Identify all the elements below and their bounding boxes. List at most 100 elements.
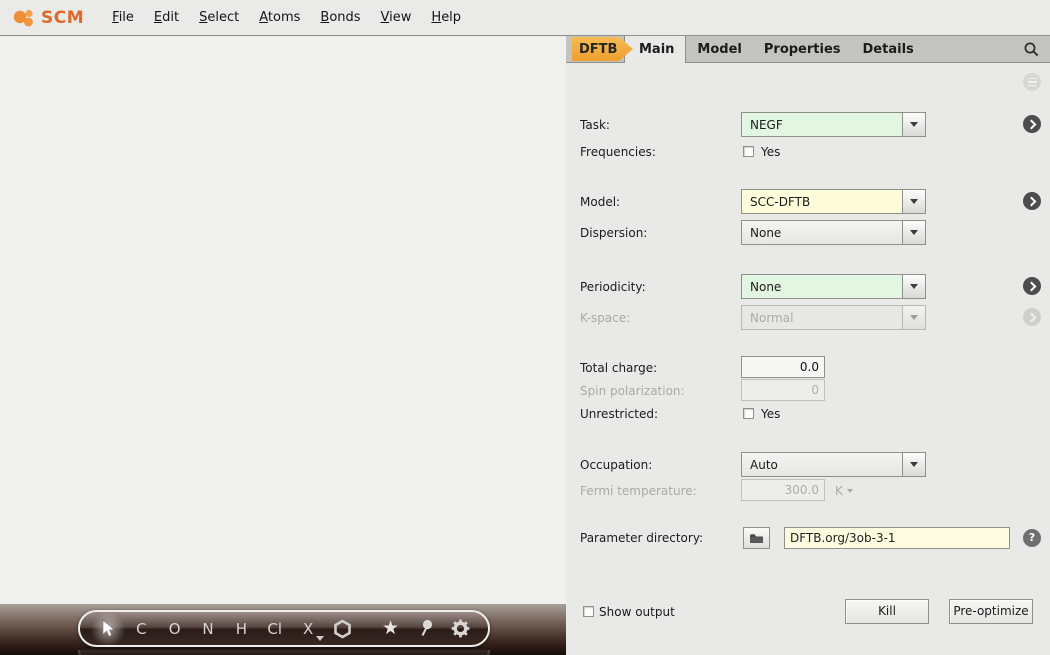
element-button-cl[interactable]: Cl	[265, 614, 285, 644]
kspace-value: Normal	[750, 311, 794, 325]
periodicity-dropdown[interactable]: None	[741, 274, 926, 299]
element-picker-label: X	[302, 619, 314, 638]
model-details-button[interactable]	[1023, 192, 1041, 210]
periodicity-label: Periodicity:	[580, 280, 646, 294]
measure-tool-button[interactable]	[415, 614, 437, 644]
fermi-temperature-unit: K	[835, 484, 853, 498]
tab-details[interactable]: Details	[852, 36, 925, 62]
dropdown-arrow-icon	[910, 199, 918, 204]
frequencies-label: Frequencies:	[580, 145, 656, 159]
toolbar-reflection	[78, 650, 490, 655]
molecule-viewport[interactable]: C O N H Cl X ★	[0, 37, 566, 655]
dropdown-arrow-icon	[910, 462, 918, 467]
help-icon[interactable]: ?	[1023, 529, 1041, 547]
dropdown-arrow-icon	[910, 122, 918, 127]
task-dropdown-arrow[interactable]	[902, 113, 925, 136]
menu-atoms[interactable]: Atoms	[249, 4, 310, 31]
spin-polarization-label: Spin polarization:	[580, 384, 685, 398]
element-picker-dropdown-icon	[316, 635, 325, 641]
menu-bonds[interactable]: Bonds	[310, 4, 370, 31]
show-output-label[interactable]: Show output	[599, 605, 675, 619]
ring-icon	[334, 619, 351, 638]
star-icon: ★	[382, 617, 400, 639]
panel-menu-button[interactable]	[1023, 73, 1041, 91]
element-button-o[interactable]: O	[165, 614, 185, 644]
structures-tool-button[interactable]: ★	[379, 614, 401, 644]
pointer-tool-button[interactable]	[90, 610, 126, 647]
spin-polarization-input	[741, 379, 825, 401]
dropdown-arrow-icon	[910, 315, 918, 320]
ring-tool-button[interactable]	[331, 614, 353, 644]
pin-icon	[421, 619, 432, 636]
element-button-h[interactable]: H	[231, 614, 251, 644]
dropdown-arrow-icon	[910, 284, 918, 289]
dftb-gui-window: SCM File Edit Select Atoms Bonds View He…	[0, 0, 1050, 655]
pointer-active-glow	[90, 610, 126, 647]
settings-panel: DFTB Main Model Properties Details Task:…	[566, 36, 1050, 655]
element-toolbar: C O N H Cl X ★	[78, 610, 490, 647]
unit-dropdown-icon	[846, 489, 853, 493]
occupation-dropdown-arrow[interactable]	[902, 453, 925, 476]
element-button-c[interactable]: C	[131, 614, 151, 644]
occupation-dropdown[interactable]: Auto	[741, 452, 926, 477]
frequencies-option-label[interactable]: Yes	[761, 145, 780, 159]
dispersion-dropdown-arrow[interactable]	[902, 221, 925, 244]
menu-view[interactable]: View	[371, 4, 422, 31]
frequencies-checkbox[interactable]	[743, 146, 754, 157]
browse-directory-button[interactable]	[743, 527, 770, 549]
gear-icon	[452, 619, 470, 638]
occupation-label: Occupation:	[580, 458, 653, 472]
unit-label: K	[835, 484, 843, 498]
dispersion-dropdown[interactable]: None	[741, 220, 926, 245]
show-output-checkbox[interactable]	[583, 606, 594, 617]
folder-icon	[750, 533, 763, 543]
menu-help[interactable]: Help	[421, 4, 471, 31]
periodicity-details-button[interactable]	[1023, 277, 1041, 295]
kspace-dropdown: Normal	[741, 305, 926, 330]
dispersion-label: Dispersion:	[580, 226, 648, 240]
fermi-temperature-label: Fermi temperature:	[580, 484, 697, 498]
dispersion-value: None	[750, 226, 782, 240]
scm-logo-icon	[13, 9, 33, 26]
parameter-directory-input[interactable]	[784, 527, 1010, 549]
periodicity-dropdown-arrow[interactable]	[902, 275, 925, 298]
kspace-label: K-space:	[580, 311, 631, 325]
search-icon	[1024, 42, 1039, 56]
task-dropdown[interactable]: NEGF	[741, 112, 926, 137]
unrestricted-label: Unrestricted:	[580, 407, 659, 421]
menu-select[interactable]: Select	[189, 4, 249, 31]
hamburger-icon	[1027, 77, 1037, 80]
element-picker-button[interactable]: X	[298, 614, 325, 644]
model-dropdown-arrow[interactable]	[902, 190, 925, 213]
unrestricted-option-label[interactable]: Yes	[761, 407, 780, 421]
optimizer-tool-button[interactable]	[450, 614, 472, 644]
tab-model[interactable]: Model	[686, 36, 752, 62]
scm-logo-text: SCM	[41, 7, 85, 28]
fermi-temperature-input	[741, 479, 825, 501]
search-button[interactable]	[1023, 36, 1050, 62]
tab-properties[interactable]: Properties	[753, 36, 852, 62]
tab-main[interactable]: Main	[624, 36, 687, 63]
periodicity-value: None	[750, 280, 782, 294]
kspace-dropdown-arrow	[902, 306, 925, 329]
scm-logo: SCM	[10, 5, 84, 31]
occupation-value: Auto	[750, 458, 778, 472]
tab-bar: DFTB Main Model Properties Details	[566, 36, 1050, 63]
model-label: Model:	[580, 195, 621, 209]
task-details-button[interactable]	[1023, 115, 1041, 133]
dropdown-arrow-icon	[910, 230, 918, 235]
total-charge-input[interactable]	[741, 356, 825, 378]
preoptimize-button[interactable]: Pre-optimize	[949, 599, 1033, 624]
unrestricted-checkbox[interactable]	[743, 408, 754, 419]
model-dropdown[interactable]: SCC-DFTB	[741, 189, 926, 214]
menu-bar: SCM File Edit Select Atoms Bonds View He…	[0, 0, 1050, 36]
kspace-details-button	[1023, 308, 1041, 326]
kill-button[interactable]: Kill	[845, 599, 929, 624]
menu-edit[interactable]: Edit	[144, 4, 189, 31]
total-charge-label: Total charge:	[580, 361, 658, 375]
element-button-n[interactable]: N	[198, 614, 218, 644]
model-value: SCC-DFTB	[750, 195, 811, 209]
task-value: NEGF	[750, 118, 783, 132]
task-label: Task:	[580, 118, 610, 132]
menu-file[interactable]: File	[102, 4, 144, 31]
